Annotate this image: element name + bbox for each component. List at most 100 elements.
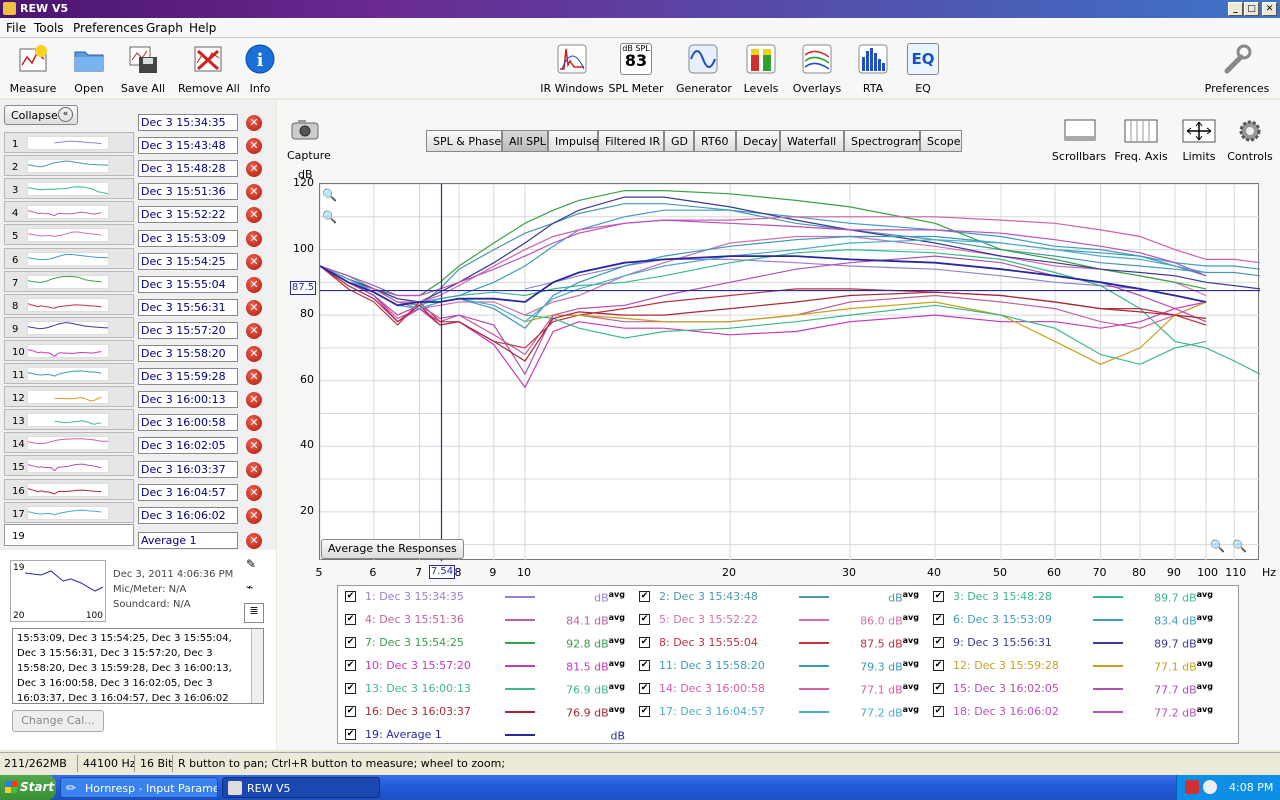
delete-measurement-button[interactable]: ✕ (246, 115, 262, 131)
delete-measurement-button[interactable]: ✕ (246, 253, 262, 270)
measurement-tab[interactable]: 9 (4, 316, 134, 338)
tab-impulse[interactable]: Impulse (548, 130, 598, 152)
volume-icon[interactable] (1203, 780, 1217, 794)
delete-measurement-button[interactable]: ✕ (246, 461, 262, 478)
limits-button[interactable]: Limits (1178, 118, 1220, 163)
delete-measurement-button[interactable]: ✕ (246, 346, 262, 362)
measurement-tab[interactable]: 14 (4, 432, 134, 454)
tab-spl-phase[interactable]: SPL & Phase (426, 130, 502, 152)
remove-all-button[interactable]: Remove All (178, 42, 240, 95)
preferences-button[interactable]: Preferences (1204, 42, 1270, 95)
delete-measurement-button[interactable]: ✕ (246, 184, 262, 201)
legend-checkbox[interactable]: ✔ (933, 683, 944, 694)
measurement-tab[interactable]: 7 (4, 270, 134, 292)
tab-spectrogram[interactable]: Spectrogram (844, 130, 922, 152)
legend-checkbox[interactable]: ✔ (345, 614, 356, 625)
measurement-tab[interactable]: 13 (4, 409, 134, 431)
freq-axis-button[interactable]: Freq. Axis (1114, 118, 1168, 163)
legend-checkbox[interactable]: ✔ (345, 660, 356, 671)
delete-measurement-button[interactable]: ✕ (246, 161, 262, 178)
eq-button[interactable]: EQ EQ (905, 42, 941, 95)
legend-checkbox[interactable]: ✔ (345, 591, 356, 602)
controls-button[interactable]: Controls (1226, 118, 1274, 163)
legend-checkbox[interactable]: ✔ (933, 591, 944, 602)
delete-measurement-button[interactable]: ✕ (246, 207, 262, 224)
measurement-name-field[interactable]: Dec 3 16:04:57 (138, 483, 238, 501)
zoom-in-x-icon[interactable]: 🔍 (1232, 539, 1250, 557)
ir-windows-button[interactable]: IR Windows (540, 42, 604, 95)
legend-checkbox[interactable]: ✔ (345, 729, 356, 740)
measurement-tab[interactable]: 17 (4, 501, 134, 523)
measurement-tab[interactable]: 1 (4, 132, 134, 153)
capture-button[interactable]: Capture (287, 118, 331, 162)
menu-file[interactable]: File (6, 21, 26, 35)
measurement-name-field[interactable]: Dec 3 16:06:02 (138, 506, 238, 524)
average-responses-button[interactable]: Average the Responses (321, 539, 464, 559)
zoom-in-y-icon[interactable]: 🔍 (322, 188, 340, 206)
delete-measurement-button[interactable]: ✕ (246, 415, 262, 432)
measurement-tab[interactable]: 15 (4, 455, 134, 477)
measure-button[interactable]: Measure (8, 42, 58, 95)
delete-measurement-button[interactable]: ✕ (246, 299, 262, 316)
selected-measurement-name[interactable]: Average 1 (138, 532, 238, 549)
rta-button[interactable]: RTA (855, 42, 891, 95)
calibration-icon[interactable]: ⌁ (246, 580, 262, 596)
measurement-name-field[interactable]: Dec 3 15:57:20 (138, 321, 238, 339)
task-hornresp[interactable]: ✏ Hornresp - Input Parame... (60, 777, 218, 798)
legend-checkbox[interactable]: ✔ (933, 637, 944, 648)
legend-checkbox[interactable]: ✔ (639, 706, 650, 717)
collapse-button[interactable]: Collapse « (4, 105, 78, 125)
save-all-button[interactable]: Save All (118, 42, 168, 95)
pencil-icon[interactable]: ✎ (246, 557, 262, 573)
measurement-tab[interactable]: 5 (4, 224, 134, 246)
legend-checkbox[interactable]: ✔ (639, 683, 650, 694)
measurement-name-field[interactable]: Dec 3 15:53:09 (138, 229, 238, 247)
measurement-name-field[interactable]: Dec 3 15:34:35 (138, 114, 238, 131)
measurement-name-field[interactable]: Dec 3 15:52:22 (138, 206, 238, 224)
tab-all-spl[interactable]: All SPL (502, 130, 548, 152)
delete-measurement-button[interactable]: ✕ (246, 369, 262, 386)
task-rew[interactable]: REW V5 (222, 777, 380, 798)
levels-button[interactable]: Levels (740, 42, 782, 95)
measurement-name-field[interactable]: Dec 3 15:55:04 (138, 275, 238, 293)
delete-measurement-button[interactable]: ✕ (246, 533, 262, 549)
scrollbars-button[interactable]: Scrollbars (1050, 118, 1108, 163)
menu-preferences[interactable]: Preferences (73, 21, 144, 35)
overlays-button[interactable]: Overlays (792, 42, 842, 95)
tab-filtered-ir[interactable]: Filtered IR (598, 130, 664, 152)
legend-checkbox[interactable]: ✔ (933, 706, 944, 717)
legend-checkbox[interactable]: ✔ (345, 683, 356, 694)
measurement-name-field[interactable]: Dec 3 15:51:36 (138, 183, 238, 201)
measurement-tab[interactable]: 6 (4, 247, 134, 269)
measurement-tab[interactable]: 8 (4, 293, 134, 315)
measurement-tab[interactable]: 3 (4, 178, 134, 200)
measurement-name-field[interactable]: Dec 3 15:56:31 (138, 298, 238, 316)
legend-checkbox[interactable]: ✔ (345, 637, 356, 648)
close-window-button[interactable]: ✕ (1262, 2, 1277, 16)
delete-measurement-button[interactable]: ✕ (246, 138, 262, 155)
selected-measurement-tab[interactable]: 19 (4, 524, 134, 546)
legend-checkbox[interactable]: ✔ (933, 660, 944, 671)
measurement-tab[interactable]: 4 (4, 201, 134, 223)
delete-measurement-button[interactable]: ✕ (246, 392, 262, 409)
menu-graph[interactable]: Graph (146, 21, 183, 35)
measurement-name-field[interactable]: Dec 3 16:02:05 (138, 437, 238, 455)
tab-decay[interactable]: Decay (736, 130, 780, 152)
measurement-name-field[interactable]: Dec 3 16:03:37 (138, 460, 238, 478)
notes-textarea[interactable]: 15:53:09, Dec 3 15:54:25, Dec 3 15:55:04… (12, 628, 264, 704)
notes-icon[interactable]: ≣ (244, 603, 264, 623)
generator-button[interactable]: Generator (676, 42, 732, 95)
legend-checkbox[interactable]: ✔ (639, 660, 650, 671)
legend-checkbox[interactable]: ✔ (933, 614, 944, 625)
start-button[interactable]: Start (0, 775, 56, 800)
minimize-button[interactable]: _ (1228, 2, 1243, 16)
tab-rt60[interactable]: RT60 (694, 130, 736, 152)
legend-checkbox[interactable]: ✔ (639, 591, 650, 602)
zoom-out-y-icon[interactable]: 🔍 (322, 210, 340, 228)
measurement-name-field[interactable]: Dec 3 16:00:58 (138, 414, 238, 432)
menu-tools[interactable]: Tools (34, 21, 64, 35)
legend-checkbox[interactable]: ✔ (345, 706, 356, 717)
tab-scope[interactable]: Scope (920, 130, 962, 152)
delete-measurement-button[interactable]: ✕ (246, 507, 262, 524)
delete-measurement-button[interactable]: ✕ (246, 322, 262, 339)
